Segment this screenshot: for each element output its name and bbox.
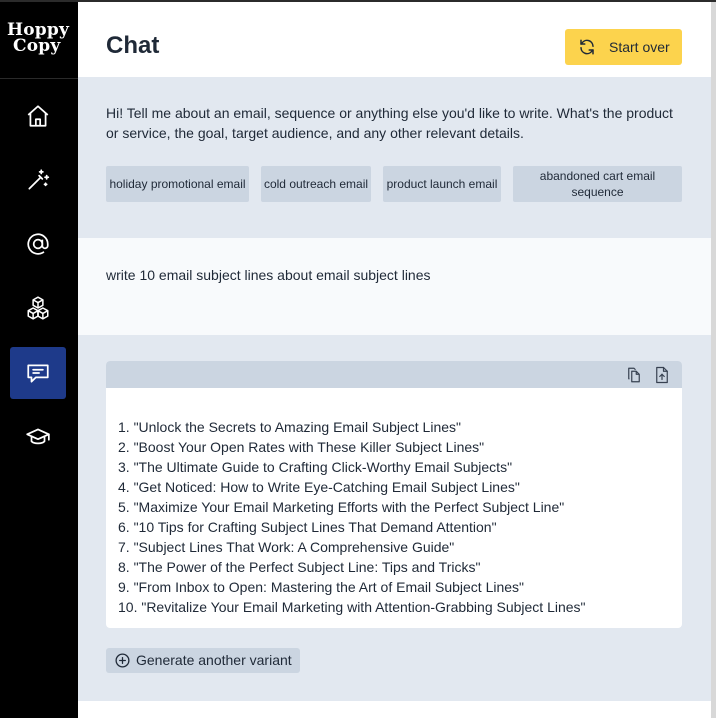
list-item: 4. "Get Noticed: How to Write Eye-Catchi… xyxy=(118,479,520,495)
refresh-icon xyxy=(580,39,594,55)
user-message: write 10 email subject lines about email… xyxy=(78,238,711,335)
sidebar-item-magic[interactable] xyxy=(10,154,66,206)
list-item: 1. "Unlock the Secrets to Amazing Email … xyxy=(118,419,461,435)
graduation-cap-icon xyxy=(26,428,50,445)
sidebar: Hoppy Copy xyxy=(0,2,78,718)
list-item: 9. "From Inbox to Open: Mastering the Ar… xyxy=(118,579,525,595)
sidebar-item-learn[interactable] xyxy=(10,411,66,463)
copy-icon[interactable] xyxy=(625,366,643,384)
chat-header: Chat Start over xyxy=(78,2,711,77)
user-message-text: write 10 email subject lines about email… xyxy=(106,267,431,283)
magic-wand-icon xyxy=(28,169,50,190)
export-file-icon[interactable] xyxy=(653,366,671,384)
start-over-button[interactable]: Start over xyxy=(565,29,682,65)
assistant-response: 1. "Unlock the Secrets to Amazing Email … xyxy=(78,335,711,701)
sidebar-item-chat[interactable] xyxy=(10,347,66,399)
list-item: 6. "10 Tips for Crafting Subject Lines T… xyxy=(118,519,497,535)
suggestion-chip[interactable]: product launch email xyxy=(383,166,501,202)
plus-circle-icon xyxy=(115,653,130,668)
page-title: Chat xyxy=(106,32,160,59)
subject-lines-list: 1. "Unlock the Secrets to Amazing Email … xyxy=(118,417,586,617)
main-scrollbar[interactable] xyxy=(711,2,716,718)
list-item: 2. "Boost Your Open Rates with These Kil… xyxy=(118,439,485,455)
hoppy-copy-logo[interactable]: Hoppy Copy xyxy=(0,2,78,79)
response-card: 1. "Unlock the Secrets to Amazing Email … xyxy=(106,361,682,628)
suggestion-chip[interactable]: holiday promotional email xyxy=(106,166,249,202)
generate-variant-button[interactable]: Generate another variant xyxy=(106,648,300,673)
list-item: 10. "Revitalize Your Email Marketing wit… xyxy=(118,599,586,615)
generate-variant-label: Generate another variant xyxy=(136,652,292,668)
suggestion-chip[interactable]: abandoned cart email sequence xyxy=(513,166,682,202)
response-card-toolbar xyxy=(106,361,682,388)
list-item: 3. "The Ultimate Guide to Crafting Click… xyxy=(118,459,513,475)
at-sign-icon xyxy=(27,233,49,255)
sidebar-item-sequences[interactable] xyxy=(10,282,66,334)
list-item: 5. "Maximize Your Email Marketing Effort… xyxy=(118,499,565,515)
main-content: Chat Start over Hi! Tell me about an ema… xyxy=(78,2,711,718)
sidebar-item-home[interactable] xyxy=(10,90,66,142)
cubes-icon xyxy=(27,296,49,320)
list-item: 7. "Subject Lines That Work: A Comprehen… xyxy=(118,539,455,555)
chat-icon xyxy=(27,364,49,383)
suggestion-chip[interactable]: cold outreach email xyxy=(261,166,371,202)
list-item: 8. "The Power of the Perfect Subject Lin… xyxy=(118,559,481,575)
home-icon xyxy=(27,105,49,127)
start-over-label: Start over xyxy=(609,39,670,55)
assistant-message: Hi! Tell me about an email, sequence or … xyxy=(78,77,711,238)
logo-line-2: Copy xyxy=(13,36,61,56)
assistant-intro-text: Hi! Tell me about an email, sequence or … xyxy=(106,105,673,141)
sidebar-item-email[interactable] xyxy=(10,218,66,270)
